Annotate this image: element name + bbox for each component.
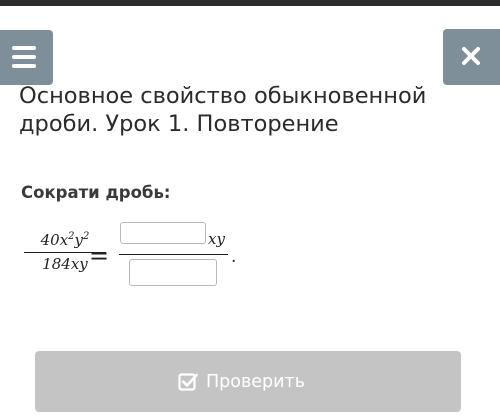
top-strip [0,0,500,6]
close-icon [462,47,480,65]
check-button-label: Проверить [206,372,306,392]
check-button-content: Проверить [178,371,305,393]
answer-numerator-input[interactable] [120,222,206,244]
answer-denominator-input[interactable] [129,259,217,286]
answer-numerator-suffix: xy [208,230,225,248]
trailing-period: . [231,247,237,267]
check-button[interactable]: Проверить [35,351,461,412]
lesson-title: Основное свойство обыкновенной дроби. Ур… [19,83,427,137]
equals-sign: = [89,242,110,270]
checkbox-check-icon [178,373,198,391]
answer-fraction-bar [119,254,228,255]
menu-button[interactable] [0,30,53,85]
close-button[interactable] [443,29,500,85]
task-prompt: Сократи дробь: [21,183,171,202]
